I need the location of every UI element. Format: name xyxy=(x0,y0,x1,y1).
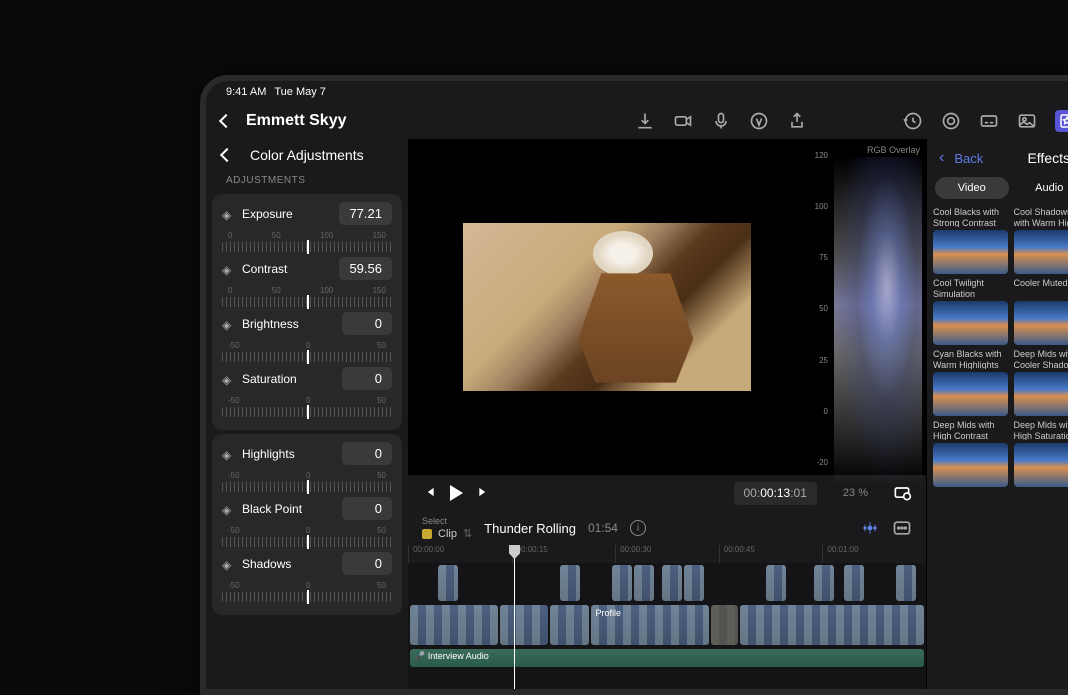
adj-name: Contrast xyxy=(242,262,287,276)
camera-icon[interactable] xyxy=(673,111,693,131)
info-button[interactable]: i xyxy=(630,520,646,536)
scopes-icon[interactable] xyxy=(941,111,961,131)
effect-preset[interactable]: Deep Mids with Cooler Shadows xyxy=(1014,349,1068,416)
preview-frame xyxy=(463,223,751,391)
import-icon[interactable] xyxy=(635,111,655,131)
status-bar: 9:41 AM Tue May 7 xyxy=(206,81,1068,103)
adj-value[interactable]: 0 xyxy=(342,312,392,335)
effect-preset[interactable]: Deep Mids with High Saturation xyxy=(1014,420,1068,487)
history-icon[interactable] xyxy=(903,111,923,131)
adj-slider[interactable]: -50050 xyxy=(222,581,392,607)
adj-slider[interactable]: -50050 xyxy=(222,341,392,367)
app-window: 9:41 AM Tue May 7 Emmett Skyy Color Adju… xyxy=(200,75,1068,695)
effects-panel: ‹ Back Effects Video Audio Cool Blacks w… xyxy=(926,139,1068,689)
effect-preset[interactable]: Cool Twilight Simulation xyxy=(933,278,1008,345)
effects-browser-icon[interactable] xyxy=(1055,110,1068,132)
adj-name: Shadows xyxy=(242,557,291,571)
title-bar: Emmett Skyy xyxy=(206,103,1068,139)
video-track-1[interactable]: Profile xyxy=(408,603,926,647)
adj-name: Exposure xyxy=(242,207,293,221)
adj-name: Black Point xyxy=(242,502,302,516)
tab-video[interactable]: Video xyxy=(935,177,1009,199)
section-label: ADJUSTMENTS xyxy=(212,171,402,190)
effect-preset[interactable]: Cyan Blacks with Warm Highlights xyxy=(933,349,1008,416)
inspector-sidebar: Color Adjustments ADJUSTMENTS ◈ Exposure… xyxy=(206,139,408,689)
timeline[interactable]: 00:00:0000:00:1500:00:3000:00:4500:01:00 xyxy=(408,545,926,689)
effects-back-button[interactable]: Back xyxy=(954,151,983,166)
scope-waveform xyxy=(834,157,922,485)
next-frame-button[interactable] xyxy=(477,485,491,502)
adj-value[interactable]: 0 xyxy=(342,442,392,465)
adj-icon: ◈ xyxy=(222,208,234,220)
video-scopes: RGB Overlay 1201007550250-20 xyxy=(806,139,926,475)
tab-audio[interactable]: Audio xyxy=(1013,177,1068,199)
project-title: Emmett Skyy xyxy=(246,112,635,130)
adj-slider[interactable]: 050100150 xyxy=(222,231,392,257)
adj-value[interactable]: 0 xyxy=(342,497,392,520)
status-date: Tue May 7 xyxy=(274,86,326,98)
adj-name: Highlights xyxy=(242,447,295,461)
browser-header: Select Clip ⇅ Thunder Rolling 01:54 i xyxy=(408,511,926,545)
adj-slider[interactable]: -50050 xyxy=(222,396,392,422)
effect-preset[interactable]: Deep Mids with High Contrast xyxy=(933,420,1008,487)
clip-selector[interactable]: Clip ⇅ xyxy=(422,527,472,540)
panel-title: Color Adjustments xyxy=(250,147,364,163)
adj-icon: ◈ xyxy=(222,503,234,515)
adj-value[interactable]: 77.21 xyxy=(339,202,392,225)
adj-name: Saturation xyxy=(242,372,297,386)
adj-name: Brightness xyxy=(242,317,299,331)
timeline-options-icon[interactable] xyxy=(892,518,912,538)
adj-value[interactable]: 0 xyxy=(342,552,392,575)
adj-slider[interactable]: 050100150 xyxy=(222,286,392,312)
effect-preset[interactable]: Cooler Muted xyxy=(1014,278,1068,345)
adj-slider[interactable]: -50050 xyxy=(222,526,392,552)
adj-icon: ◈ xyxy=(222,558,234,570)
audio-track[interactable]: 🎤 Interview Audio xyxy=(408,647,926,667)
status-time: 9:41 AM xyxy=(226,86,266,98)
zoom-level[interactable]: 23 % xyxy=(843,487,868,499)
panel-back-button[interactable] xyxy=(220,148,234,162)
clip-label: Profile xyxy=(595,608,621,618)
adj-icon: ◈ xyxy=(222,373,234,385)
display-options-icon[interactable] xyxy=(892,483,912,503)
play-button[interactable] xyxy=(450,485,463,501)
captions-icon[interactable] xyxy=(979,111,999,131)
adj-icon: ◈ xyxy=(222,318,234,330)
audio-clip-label: Interview Audio xyxy=(428,651,489,661)
preview-viewer[interactable] xyxy=(408,139,806,475)
timeline-ruler[interactable]: 00:00:0000:00:1500:00:3000:00:4500:01:00 xyxy=(408,545,926,563)
adj-value[interactable]: 59.56 xyxy=(339,257,392,280)
share-icon[interactable] xyxy=(787,111,807,131)
clip-color-icon xyxy=(422,529,432,539)
effect-preset[interactable]: Cool Shadows with Warm Highs xyxy=(1014,207,1068,274)
video-track-2[interactable] xyxy=(408,563,926,603)
adj-icon: ◈ xyxy=(222,263,234,275)
text-icon[interactable] xyxy=(749,111,769,131)
voiceover-icon[interactable] xyxy=(711,111,731,131)
select-label: Select xyxy=(422,516,472,526)
back-button[interactable] xyxy=(219,114,233,128)
effects-title: Effects xyxy=(1027,150,1068,166)
timeline-duration: 01:54 xyxy=(588,521,618,535)
adj-icon: ◈ xyxy=(222,448,234,460)
timeline-project-name: Thunder Rolling xyxy=(484,521,576,536)
timecode-display[interactable]: 00:00:13:01 xyxy=(734,482,817,505)
adj-slider[interactable]: -50050 xyxy=(222,471,392,497)
prev-frame-button[interactable] xyxy=(422,485,436,502)
tools-icon[interactable] xyxy=(860,518,880,538)
adj-value[interactable]: 0 xyxy=(342,367,392,390)
effect-preset[interactable]: Cool Blacks with Strong Contrast xyxy=(933,207,1008,274)
media-icon[interactable] xyxy=(1017,111,1037,131)
playhead[interactable] xyxy=(514,545,515,689)
